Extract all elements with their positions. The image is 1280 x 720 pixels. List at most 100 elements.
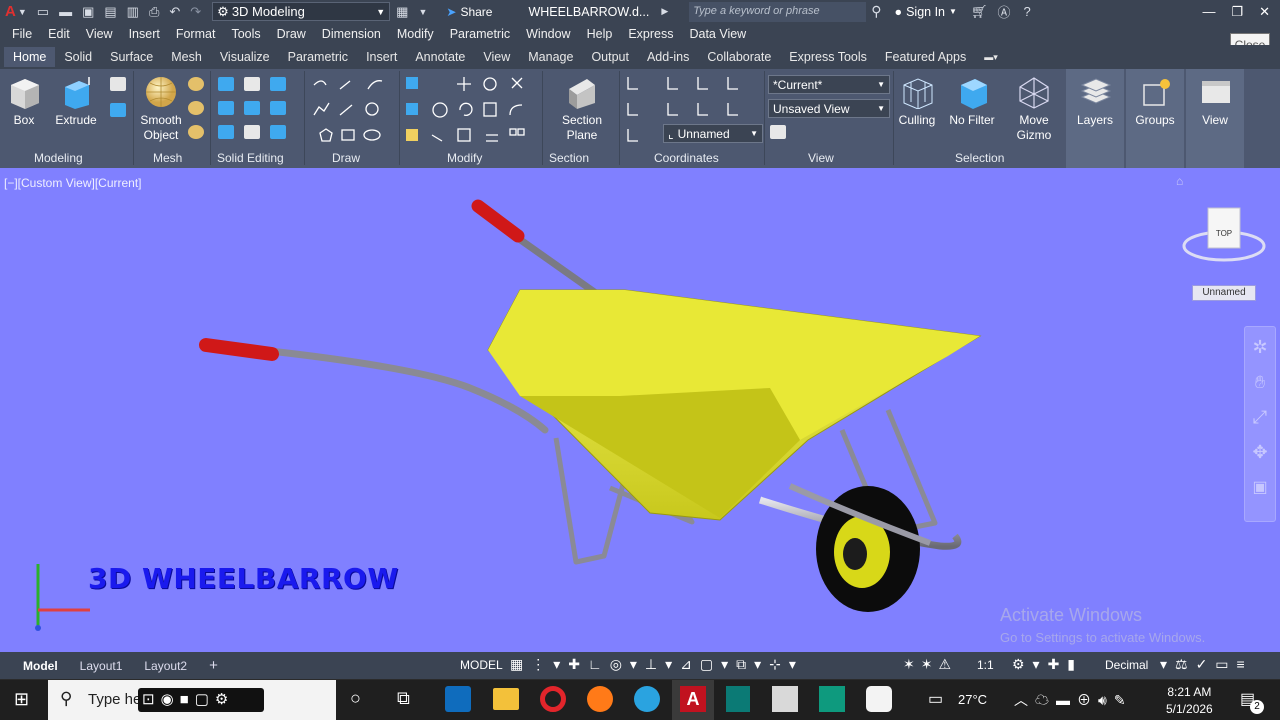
opera-icon[interactable] (540, 686, 566, 712)
fillet-edge-icon[interactable] (270, 125, 286, 139)
extrude-button[interactable]: Extrude (52, 75, 100, 128)
app-icon-teal[interactable] (726, 686, 750, 712)
autocad-logo-icon[interactable]: A (5, 3, 16, 20)
section-plane-button[interactable]: Section Plane (552, 75, 612, 143)
cart-icon[interactable]: 🛒︎ (971, 4, 988, 20)
task-view-icon[interactable]: ⧉ (397, 688, 410, 709)
tab-model[interactable]: Model (12, 659, 69, 673)
panel-selection[interactable]: Selection (955, 151, 1004, 165)
menu-dimension[interactable]: Dimension (322, 27, 381, 41)
showmotion-icon[interactable]: ▣ (1245, 477, 1275, 497)
menu-express[interactable]: Express (628, 27, 673, 41)
workspace-switch-icons[interactable]: ⚙▾✚▮ (1012, 656, 1083, 673)
home-icon[interactable]: ⌂ (1176, 174, 1183, 188)
model-space-label[interactable]: MODEL (460, 658, 503, 672)
ucs-menu-dropdown[interactable]: Unnamed (1192, 285, 1256, 301)
subtract-icon[interactable] (244, 77, 260, 91)
extract-edges-icon[interactable] (270, 101, 286, 115)
navigation-bar[interactable]: ✲ ✋︎ ⤢ ✥ ▣ (1244, 326, 1276, 522)
panel-solid-editing[interactable]: Solid Editing (217, 151, 284, 165)
menu-draw[interactable]: Draw (277, 27, 306, 41)
box-button[interactable]: Box (4, 75, 44, 128)
search-input[interactable]: Type a keyword or phrase (689, 1, 867, 22)
tab-overflow-icon[interactable]: ▬▾ (975, 49, 1007, 66)
search-icon[interactable]: ⚲ (871, 3, 881, 20)
status-tools-icons[interactable]: ▦⋮▾✚∟◎▾⊥▾⊿▢▾⧉▾⊹▾ (510, 656, 804, 673)
restore-icon[interactable]: ❐ (1231, 4, 1243, 20)
mesh-smooth-less-icon[interactable] (188, 101, 204, 115)
steering-wheel-icon[interactable]: ✲ (1245, 337, 1275, 358)
firefox-icon[interactable] (587, 686, 613, 712)
tab-add-ins[interactable]: Add-ins (638, 47, 698, 67)
menu-window[interactable]: Window (526, 27, 570, 41)
menu-format[interactable]: Format (176, 27, 216, 41)
panel-section[interactable]: Section (549, 151, 589, 165)
menu-help[interactable]: Help (587, 27, 613, 41)
orbit-icon[interactable]: ✥ (1245, 442, 1275, 463)
cortana-icon[interactable]: ○ (350, 688, 361, 709)
panel-view[interactable]: View (808, 151, 834, 165)
open-file-icon[interactable]: ▬ (59, 4, 72, 19)
menu-file[interactable]: File (12, 27, 32, 41)
zoom-icon[interactable]: ⤢ (1245, 407, 1275, 428)
annotation-scale[interactable]: 1:1 (977, 658, 994, 672)
tab-solid[interactable]: Solid (55, 47, 101, 67)
draw-tools-icons[interactable] (310, 75, 396, 147)
qat-layer-icon[interactable]: ▦ (396, 4, 408, 20)
menu-parametric[interactable]: Parametric (450, 27, 510, 41)
add-layout-icon[interactable]: + (198, 657, 229, 674)
tab-parametric[interactable]: Parametric (279, 47, 357, 67)
visual-style-select[interactable]: *Current* ▼ (768, 75, 890, 94)
ucs-named-select[interactable]: ⌞ Unnamed ▼ (663, 124, 763, 143)
menu-modify[interactable]: Modify (397, 27, 434, 41)
clock[interactable]: 8:21 AM 5/1/2026 (1166, 684, 1213, 718)
web-mobile-icon[interactable]: ▥ (127, 4, 139, 20)
view-button[interactable]: View (1188, 75, 1242, 128)
file-explorer-icon[interactable] (493, 688, 519, 710)
polysolid-icon[interactable] (110, 77, 126, 91)
tab-featured-apps[interactable]: Featured Apps (876, 47, 975, 67)
qat-customize-icon[interactable]: ▼ (418, 7, 427, 17)
modify-tools-icons[interactable] (404, 75, 540, 147)
pan-icon[interactable]: ✋︎ (1245, 372, 1275, 393)
menu-edit[interactable]: Edit (48, 27, 70, 41)
autodesk-app-icon[interactable]: Ⓐ (997, 2, 1010, 21)
intersect-icon[interactable] (218, 101, 234, 115)
named-view-select[interactable]: Unsaved View ▼ (768, 99, 890, 118)
menu-tools[interactable]: Tools (231, 27, 260, 41)
menu-insert[interactable]: Insert (129, 27, 160, 41)
undo-icon[interactable]: ↶ (169, 4, 180, 20)
help-icon[interactable]: ? (1023, 4, 1030, 19)
print-icon[interactable]: ⎙ (149, 4, 159, 20)
app-menu-caret-icon[interactable]: ▼ (18, 7, 27, 17)
minimize-icon[interactable]: — (1202, 4, 1215, 20)
mesh-smooth-more-icon[interactable] (188, 77, 204, 91)
move-gizmo-button[interactable]: Move Gizmo (1010, 75, 1058, 143)
groups-button[interactable]: Groups (1128, 75, 1182, 128)
system-tray-icons[interactable]: ︿☁▬⊕🔊︎✎ (1014, 690, 1133, 710)
capture-toolbar[interactable]: ⊡◉■▢⚙ (138, 688, 264, 712)
windows-start-icon[interactable]: ⊞ (14, 689, 29, 710)
tab-layout2[interactable]: Layout2 (133, 659, 198, 673)
temperature[interactable]: 27°C (958, 692, 987, 707)
units-select[interactable]: Decimal (1105, 658, 1148, 672)
panel-mesh[interactable]: Mesh (153, 151, 182, 165)
workspace-select[interactable]: ⚙ 3D Modeling ▼ (212, 2, 391, 21)
mesh-refine-icon[interactable] (188, 125, 204, 139)
app-icon-grey[interactable] (772, 686, 798, 712)
tab-view[interactable]: View (474, 47, 519, 67)
save-icon[interactable]: ▣ (82, 4, 94, 20)
tab-layout1[interactable]: Layout1 (69, 659, 134, 673)
app-icon-white[interactable] (866, 686, 892, 712)
outlook-icon[interactable] (445, 686, 471, 712)
annotation-tools-icons[interactable]: ✶✶⚠ (903, 656, 957, 673)
smooth-object-button[interactable]: Smooth Object (138, 75, 184, 143)
tab-express-tools[interactable]: Express Tools (780, 47, 876, 67)
status-right-icons[interactable]: ▾⚖✓▭≡ (1160, 656, 1253, 673)
panel-modeling[interactable]: Modeling (34, 151, 83, 165)
autocad-taskbar-icon[interactable]: A (680, 686, 706, 712)
tab-output[interactable]: Output (582, 47, 638, 67)
tab-visualize[interactable]: Visualize (211, 47, 279, 67)
slice-icon[interactable] (270, 77, 286, 91)
presspull-icon[interactable] (110, 103, 126, 117)
